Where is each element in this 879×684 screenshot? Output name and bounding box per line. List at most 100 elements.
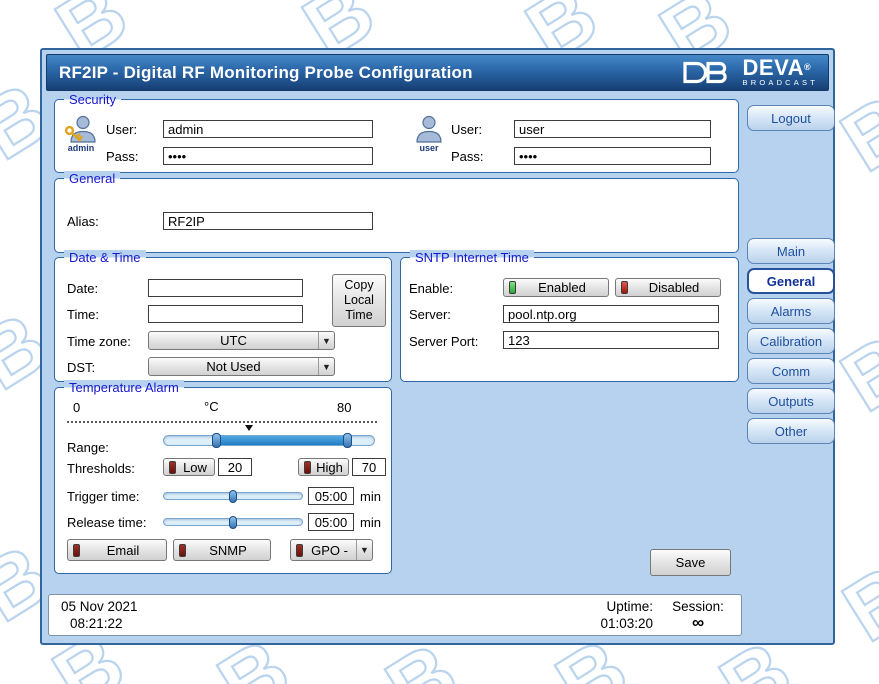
page-title: RF2IP - Digital RF Monitoring Probe Conf… [59,63,473,83]
disabled-led-icon [621,281,628,294]
user-pass-label: Pass: [451,149,484,164]
sidebar-item-label: Calibration [760,334,822,349]
sidebar-item-label: Other [775,424,808,439]
sidebar-item-label: General [767,274,815,289]
sidebar-item-general[interactable]: General [747,268,835,294]
svg-text:B: B [828,547,879,660]
high-threshold-button[interactable]: High [298,458,349,476]
high-threshold-input[interactable] [352,458,386,476]
gpo-alarm-select[interactable]: GPO - ▼ [290,539,373,561]
timezone-label: Time zone: [67,334,131,349]
release-time-slider[interactable] [163,518,303,526]
user-user-label: User: [451,122,482,137]
time-label: Time: [67,307,99,322]
sidebar-item-outputs[interactable]: Outputs [747,388,835,414]
date-input[interactable] [148,279,303,297]
range-low-handle[interactable] [212,433,221,448]
trigger-time-slider[interactable] [163,492,303,500]
general-legend: General [64,171,120,186]
user-person-icon [411,115,447,143]
email-alarm-button[interactable]: Email [67,539,167,561]
low-threshold-button[interactable]: Low [163,458,215,476]
sidebar-item-calibration[interactable]: Calibration [747,328,835,354]
deva-logo-text: DEVA® BROADCAST [743,58,818,87]
snmp-led-icon [179,544,186,557]
current-temperature-marker-icon [245,425,253,431]
brand-name-text: DEVA [743,55,805,80]
trigger-slider-handle[interactable] [229,490,237,503]
admin-user-icon: admin [59,115,103,153]
statusbar-datetime: 05 Nov 2021 08:21:22 [61,598,138,632]
user-password-input[interactable] [514,147,711,165]
time-input[interactable] [148,305,303,323]
low-threshold-input[interactable] [218,458,252,476]
security-section: Security admin User: Pass: user [54,99,739,173]
statusbar: 05 Nov 2021 08:21:22 Uptime: 01:03:20 Se… [48,594,742,636]
session-value: ∞ [669,615,727,630]
timezone-select[interactable]: UTC ▼ [148,331,335,350]
snmp-alarm-button[interactable]: SNMP [173,539,271,561]
alias-label: Alias: [67,214,99,229]
sntp-section: SNTP Internet Time Enable: Enabled Disab… [400,257,739,382]
temperature-legend: Temperature Alarm [64,380,184,395]
sntp-enabled-button[interactable]: Enabled [503,278,609,297]
email-label: Email [80,543,166,558]
sidebar-item-label: Main [777,244,805,259]
sidebar-item-alarms[interactable]: Alarms [747,298,835,324]
sidebar-item-main[interactable]: Main [747,238,835,264]
admin-icon-caption: admin [68,143,95,153]
sntp-disabled-button[interactable]: Disabled [615,278,721,297]
deva-logo: DEVA® BROADCAST [682,58,818,87]
admin-user-label: User: [106,122,137,137]
save-label: Save [651,555,730,570]
dst-label: DST: [67,360,95,375]
temperature-alarm-section: Temperature Alarm 0 °C 80 Range: Thresho… [54,387,392,574]
chevron-down-icon: ▼ [318,332,334,349]
copy-local-time-button[interactable]: Copy Local Time [332,274,386,327]
thresholds-label: Thresholds: [67,461,135,476]
logout-label: Logout [771,111,811,126]
statusbar-time: 08:21:22 [61,615,138,632]
save-button[interactable]: Save [650,549,731,576]
release-slider-handle[interactable] [229,516,237,529]
scale-unit-label: °C [204,399,219,414]
sidebar-item-other[interactable]: Other [747,418,835,444]
sntp-server-input[interactable] [503,305,719,323]
release-unit-label: min [360,515,381,530]
temperature-scale-ruler [67,421,377,423]
scale-max-label: 80 [337,400,351,415]
sntp-legend: SNTP Internet Time [410,250,534,265]
statusbar-session: Session: ∞ [669,598,727,630]
release-time-input[interactable] [308,513,354,531]
logout-button[interactable]: Logout [747,105,835,131]
datetime-section: Date & Time Date: Time: Copy Local Time … [54,257,392,382]
sidebar-item-comm[interactable]: Comm [747,358,835,384]
enabled-led-icon [509,281,516,294]
release-time-label: Release time: [67,515,146,530]
security-legend: Security [64,92,121,107]
sntp-port-input[interactable] [503,331,719,349]
temperature-range-slider[interactable] [163,435,375,446]
sidebar-item-label: Comm [772,364,810,379]
range-high-handle[interactable] [343,433,352,448]
alias-input[interactable] [163,212,373,230]
admin-password-input[interactable] [163,147,373,165]
gpo-led-icon [296,544,303,557]
sntp-port-label: Server Port: [409,334,478,349]
registered-mark-icon: ® [804,62,811,72]
sidebar-item-label: Outputs [768,394,814,409]
dst-select[interactable]: Not Used ▼ [148,357,335,376]
scale-min-label: 0 [73,400,80,415]
low-label: Low [176,460,214,475]
trigger-time-input[interactable] [308,487,354,505]
sidebar-item-label: Alarms [771,304,811,319]
trigger-time-label: Trigger time: [67,489,139,504]
sntp-enable-label: Enable: [409,281,453,296]
admin-person-icon [63,115,99,143]
user-username-input[interactable] [514,120,711,138]
brand-name: DEVA® [743,58,818,77]
timezone-value: UTC [149,333,318,348]
admin-username-input[interactable] [163,120,373,138]
deva-monogram-icon [682,60,736,85]
general-section: General Alias: [54,178,739,253]
